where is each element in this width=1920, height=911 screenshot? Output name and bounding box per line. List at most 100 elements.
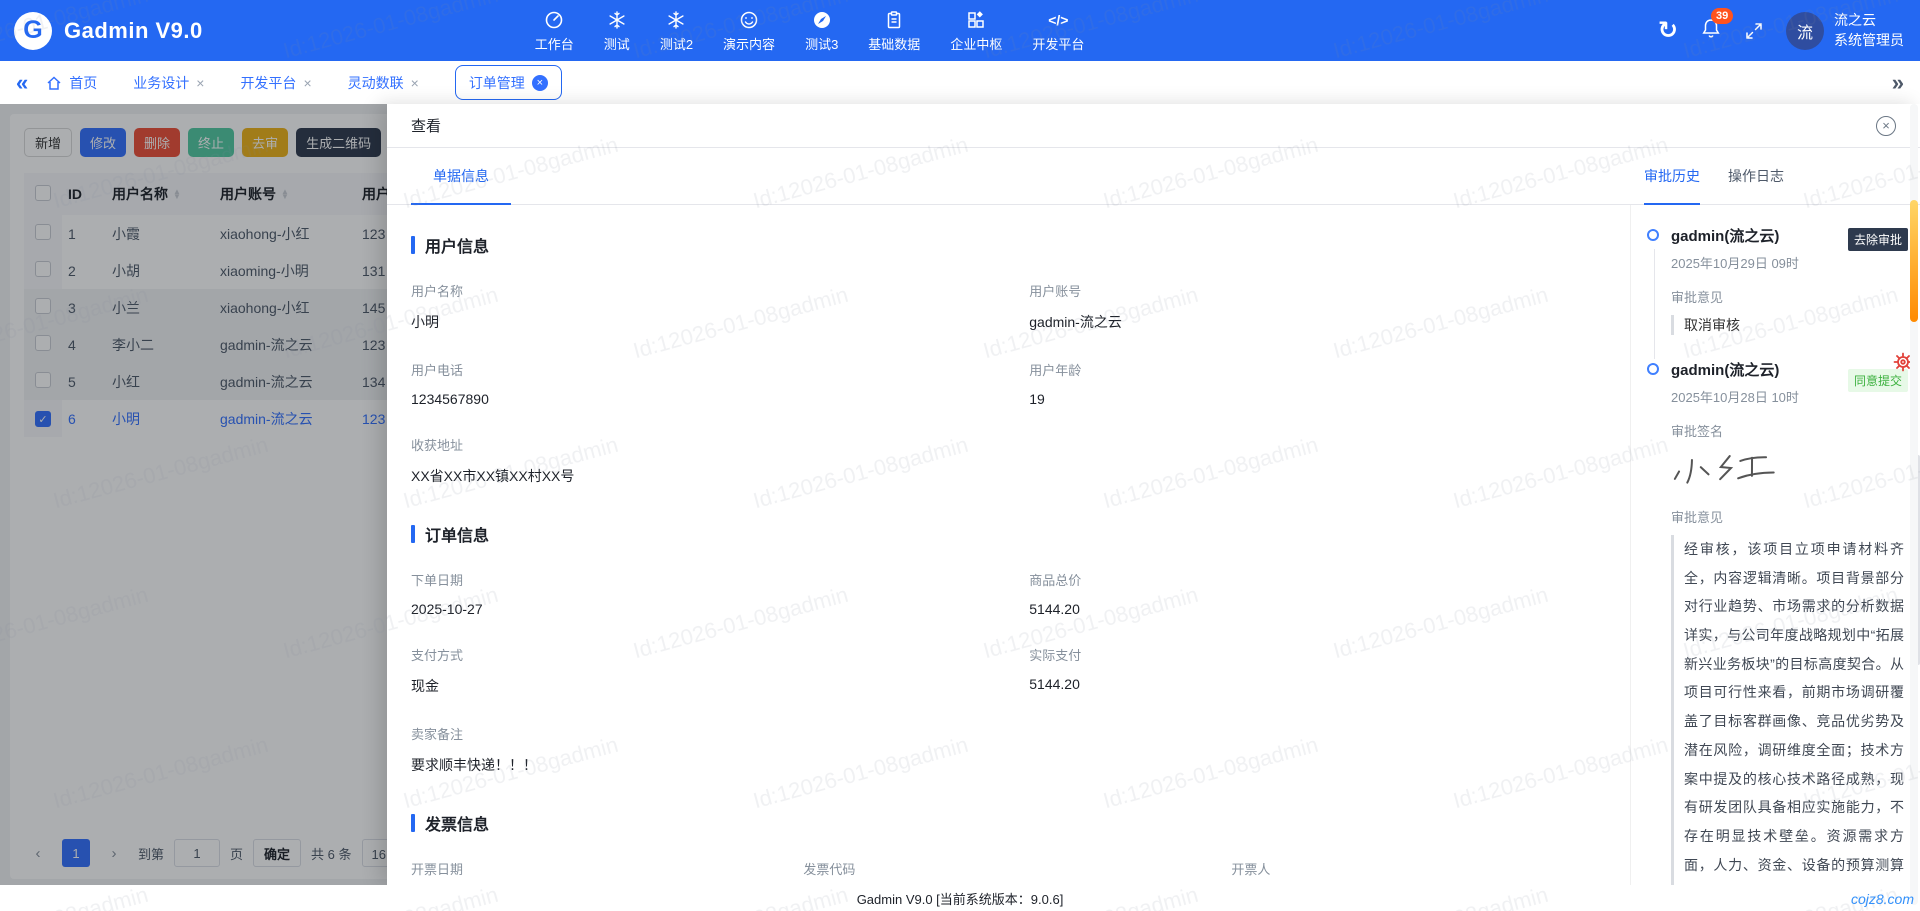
smiley-icon: [739, 9, 759, 31]
field-age: 用户年龄 19: [1029, 360, 1600, 407]
close-icon[interactable]: ×: [411, 75, 419, 91]
notification-bell[interactable]: 39: [1700, 17, 1722, 44]
tab-home[interactable]: 首页: [46, 73, 97, 93]
section-bar: [411, 814, 415, 832]
close-glyph: ×: [537, 77, 543, 89]
close-icon[interactable]: ×: [196, 75, 204, 91]
menu-item-basedata[interactable]: 基础数据: [868, 9, 920, 53]
compass-icon: [812, 9, 832, 31]
section-title-invoice: 发票信息: [411, 811, 1600, 835]
expand-tabs-icon[interactable]: »: [1892, 70, 1904, 96]
collapse-tabs-icon[interactable]: «: [16, 70, 28, 96]
menu-item-workbench[interactable]: 工作台: [535, 9, 574, 53]
drawer-scrollbar-thumb[interactable]: [1910, 200, 1918, 322]
tab-lingdong[interactable]: 灵动数联 ×: [348, 73, 419, 93]
field-invoice-date: 开票日期 2025-10-27: [411, 859, 803, 885]
field-pay-method: 支付方式 现金: [411, 645, 1029, 696]
user-profile[interactable]: 流 流之云 系统管理员: [1786, 11, 1904, 50]
site-link[interactable]: cojz8.com: [1851, 891, 1914, 907]
drawer-close-button[interactable]: ×: [1876, 116, 1896, 136]
drawer-title: 查看: [411, 115, 441, 136]
tab-label: 业务设计: [133, 73, 189, 93]
modules-icon: [966, 9, 986, 31]
approval-opinion: 取消审核: [1671, 315, 1904, 335]
app-logo: G: [14, 12, 52, 50]
tab-dev-platform[interactable]: 开发平台 ×: [240, 73, 311, 93]
field-address: 收获地址 XX省XX市XX镇XX村XX号: [411, 435, 1600, 486]
user-role: 系统管理员: [1834, 31, 1904, 51]
code-icon: </>: [1048, 9, 1068, 31]
menu-item-enterprise[interactable]: 企业中枢: [950, 9, 1002, 53]
field-invoice-issuer: 开票人 经理: [1231, 859, 1600, 885]
field-phone: 用户电话 1234567890: [411, 360, 1029, 407]
field-actual-pay: 实际支付 5144.20: [1029, 645, 1600, 696]
field-account: 用户账号 gadmin-流之云: [1029, 281, 1600, 332]
close-icon[interactable]: ×: [532, 75, 548, 91]
timeline-node: [1647, 229, 1659, 241]
menu-label: 测试2: [660, 34, 693, 53]
close-icon[interactable]: ×: [303, 75, 311, 91]
timeline-node: [1647, 363, 1659, 375]
tab-label: 首页: [69, 73, 97, 93]
drawer-tabs: 单据信息 审批历史 操作日志: [387, 148, 1920, 205]
avatar: 流: [1786, 12, 1824, 50]
approval-item: gadmin(流之云) 2025年10月28日 10时 同意提交 审批签名: [1647, 359, 1904, 885]
section-bar: [411, 525, 415, 543]
snowflake-icon: [607, 9, 627, 31]
approval-signature: [1671, 449, 1904, 492]
timeline-connector: [1654, 249, 1655, 359]
footer-version-text: Gadmin V9.0 [当前系统版本：9.0.6]: [857, 889, 1064, 908]
approval-time: 2025年10月28日 10时: [1671, 387, 1842, 406]
view-drawer: 查看 × 单据信息 审批历史 操作日志 用户信息 用户名称 小明 用户账号 ga…: [387, 104, 1920, 885]
menu-label: 开发平台: [1032, 34, 1084, 53]
fullscreen-icon[interactable]: [1744, 21, 1764, 41]
page-tabbar: « 首页 业务设计 × 开发平台 × 灵动数联 × 订单管理 × »: [0, 61, 1920, 104]
avatar-text: 流: [1797, 19, 1813, 43]
drawer-right-tabs: 审批历史 操作日志: [1644, 148, 1784, 204]
page-footer: Gadmin V9.0 [当前系统版本：9.0.6]: [0, 885, 1920, 911]
menu-label: 工作台: [535, 34, 574, 53]
menu-item-demo[interactable]: 演示内容: [723, 9, 775, 53]
user-meta: 流之云 系统管理员: [1834, 11, 1904, 50]
opinion-label: 审批意见: [1671, 287, 1904, 306]
menu-label: 测试: [604, 34, 630, 53]
top-navbar: G Gadmin V9.0 工作台 测试 测试2 演示内容: [0, 0, 1920, 61]
opinion-label: 审批意见: [1671, 507, 1904, 526]
refresh-icon[interactable]: ↻: [1658, 19, 1678, 43]
menu-item-test[interactable]: 测试: [604, 9, 630, 53]
field-order-date: 下单日期 2025-10-27: [411, 570, 1029, 617]
menu-item-test3[interactable]: 测试3: [805, 9, 838, 53]
menu-label: 企业中枢: [950, 34, 1002, 53]
section-title-user: 用户信息: [411, 233, 1600, 257]
tab-label: 灵动数联: [348, 73, 404, 93]
logo-letter: G: [23, 16, 42, 45]
notification-badge: 39: [1711, 8, 1733, 24]
tab-order-management[interactable]: 订单管理 ×: [455, 65, 562, 100]
menu-item-test2[interactable]: 测试2: [660, 9, 693, 53]
section-bar: [411, 236, 415, 254]
dashboard-icon: [544, 9, 564, 31]
document-form: 用户信息 用户名称 小明 用户账号 gadmin-流之云 用户电话 123456…: [387, 205, 1630, 885]
tab-label: 订单管理: [469, 73, 525, 93]
menu-item-devplatform[interactable]: </> 开发平台: [1032, 9, 1084, 53]
snowflake-icon: [666, 9, 686, 31]
approval-status-badge: 去除审批: [1848, 228, 1908, 251]
menu-label: 基础数据: [868, 34, 920, 53]
tab-document-info[interactable]: 单据信息: [411, 148, 511, 205]
approver-name: gadmin(流之云): [1671, 225, 1842, 246]
tab-approval-history[interactable]: 审批历史: [1644, 148, 1700, 205]
field-invoice-code: 发票代码 XXXX-X1234567890: [803, 859, 1231, 885]
drawer-header: 查看 ×: [387, 104, 1920, 148]
field-username: 用户名称 小明: [411, 281, 1029, 332]
field-seller-note: 卖家备注 要求顺丰快递！！！: [411, 724, 1600, 775]
main-menu: 工作台 测试 测试2 演示内容 测试3: [535, 9, 1085, 53]
tab-business-design[interactable]: 业务设计 ×: [133, 73, 204, 93]
clipboard-icon: [884, 9, 904, 31]
tab-operation-log[interactable]: 操作日志: [1728, 148, 1784, 204]
approval-history-panel: gadmin(流之云) 2025年10月29日 09时 去除审批 审批意见 取消…: [1630, 205, 1920, 885]
app-title: Gadmin V9.0: [64, 18, 203, 44]
drawer-body: 用户信息 用户名称 小明 用户账号 gadmin-流之云 用户电话 123456…: [387, 205, 1920, 885]
approval-opinion-long: 经审核，该项目立项申请材料齐全，内容逻辑清晰。项目背景部分对行业趋势、市场需求的…: [1671, 535, 1904, 885]
approver-name: gadmin(流之云): [1671, 359, 1842, 380]
user-org: 流之云: [1834, 11, 1904, 31]
